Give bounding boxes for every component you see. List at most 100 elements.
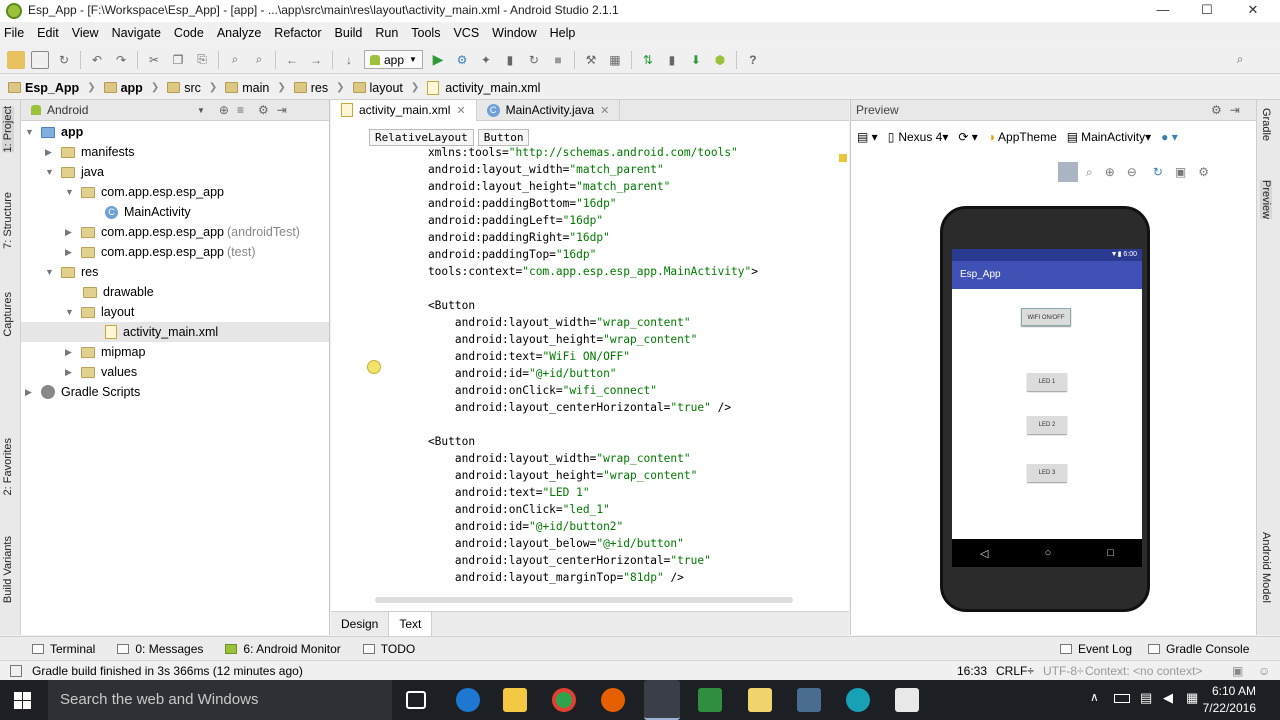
sdk-download-icon[interactable]: ⬇ (687, 51, 705, 69)
arduino-icon[interactable] (846, 688, 870, 712)
tool-gradle-console[interactable]: Gradle Console (1148, 642, 1249, 656)
preview-led2-button[interactable]: LED 2 (1027, 416, 1067, 434)
breadcrumb-esp-app[interactable]: Esp_App ❯ (8, 81, 96, 95)
minimize-button[interactable]: — (1140, 0, 1186, 22)
chevron-down-icon[interactable]: ▼ (197, 106, 205, 115)
config-icon[interactable]: ▤ ▾ (857, 130, 878, 144)
theme-selector[interactable]: ◑ AppTheme (988, 130, 1057, 144)
breadcrumb-src[interactable]: src ❯ (167, 81, 217, 95)
activity-selector[interactable]: ▤ MainActivity ▾ (1067, 130, 1151, 144)
find-icon[interactable]: ⌕ (226, 51, 244, 69)
sync-icon[interactable]: ↻ (55, 51, 73, 69)
code-line[interactable]: <Button (401, 433, 475, 450)
code-line[interactable]: android:layout_width="wrap_content" (401, 450, 691, 467)
volume-icon[interactable]: ◀ (1163, 690, 1173, 706)
tree-item-gradle-scripts[interactable]: ▶ Gradle Scripts (25, 382, 140, 402)
tab-build-variants[interactable]: Build Variants (2, 536, 14, 603)
tab-activity-main[interactable]: activity_main.xml ✕ (331, 99, 477, 121)
battery-icon[interactable] (1114, 694, 1130, 703)
code-line[interactable]: android:paddingBottom="16dp" (401, 195, 617, 212)
code-line[interactable]: android:layout_width="match_parent" (401, 161, 664, 178)
code-line[interactable]: android:layout_height="wrap_content" (401, 467, 698, 484)
tree-item-manifests[interactable]: ▶ manifests (45, 142, 135, 162)
menu-vcs[interactable]: VCS (453, 26, 479, 40)
debug-icon[interactable]: ⚙ (453, 51, 471, 69)
code-line[interactable]: android:paddingTop="16dp" (401, 246, 596, 263)
code-line[interactable]: android:layout_width="wrap_content" (401, 314, 691, 331)
open-folder-icon[interactable] (7, 50, 25, 69)
code-line[interactable]: android:layout_marginTop="81dp" /> (401, 569, 684, 586)
tree-item-package-test[interactable]: ▶ com.app.esp.esp_app (test) (65, 242, 256, 262)
project-structure-icon[interactable]: ⚒ (582, 51, 600, 69)
locale-icon[interactable]: ● ▾ (1161, 130, 1178, 144)
attach-debugger-icon[interactable]: ✦ (477, 51, 495, 69)
code-line[interactable]: android:text="WiFi ON/OFF" (401, 348, 630, 365)
orientation-icon[interactable]: ⟳ ▾ (958, 130, 977, 144)
app-icon[interactable] (797, 688, 821, 712)
code-line[interactable]: android:paddingRight="16dp" (401, 229, 610, 246)
preview-led3-button[interactable]: LED 3 (1027, 464, 1067, 482)
code-line[interactable]: tools:context="com.app.esp.esp_app.MainA… (401, 263, 758, 280)
breadcrumb-app[interactable]: app ❯ (103, 81, 159, 95)
firefox-icon[interactable] (601, 688, 625, 712)
horizontal-scrollbar[interactable] (375, 597, 793, 603)
code-line[interactable]: android:id="@+id/button" (401, 365, 617, 382)
refresh-icon[interactable]: ↻ (1153, 165, 1163, 179)
tool-messages[interactable]: 0: Messages (117, 642, 203, 656)
menu-view[interactable]: View (72, 26, 99, 40)
help-icon[interactable]: ? (744, 51, 762, 69)
sdk-manager-icon[interactable]: ▦ (606, 51, 624, 69)
breadcrumb-res[interactable]: res ❯ (293, 81, 345, 95)
menu-window[interactable]: Window (492, 26, 536, 40)
tab-android-model[interactable]: Android Model (1260, 532, 1272, 603)
network-icon[interactable]: ▤ (1140, 690, 1152, 706)
tab-favorites[interactable]: 2: Favorites (2, 438, 14, 495)
zoom-to-fit-icon[interactable] (1058, 162, 1078, 182)
notes-icon[interactable] (748, 688, 772, 712)
code-line[interactable]: android:layout_centerHorizontal="true" /… (401, 399, 731, 416)
tree-item-package[interactable]: ▼ com.app.esp.esp_app (65, 182, 224, 202)
menu-tools[interactable]: Tools (411, 26, 440, 40)
code-line[interactable]: android:text="LED 1" (401, 484, 590, 501)
android-device-monitor-icon[interactable]: ⬢ (711, 51, 729, 69)
tool-android-monitor[interactable]: 6: Android Monitor (225, 642, 341, 656)
file-explorer-icon[interactable] (503, 688, 527, 712)
tree-item-layout[interactable]: ▼ layout (65, 302, 134, 322)
close-tab-icon[interactable]: ✕ (600, 104, 609, 117)
hide-panel-icon[interactable]: ⇥ (1230, 103, 1240, 117)
code-line[interactable]: android:layout_height="match_parent" (401, 178, 670, 195)
zoom-out-icon[interactable]: ⊖ (1127, 165, 1137, 179)
forward-icon[interactable]: → (307, 51, 325, 69)
android-studio-taskbar-icon[interactable] (644, 680, 680, 720)
breadcrumb-activity-main[interactable]: activity_main.xml (427, 80, 540, 95)
code-line[interactable]: <Button (401, 297, 475, 314)
taskbar-clock[interactable]: 6:10 AM 7/22/2016 (1203, 683, 1256, 717)
lock-icon[interactable]: ▣ (1232, 664, 1243, 678)
tab-mainactivity-java[interactable]: C MainActivity.java ✕ (477, 99, 621, 121)
undo-icon[interactable]: ↶ (88, 51, 106, 69)
replace-icon[interactable]: ⌕ (250, 51, 268, 69)
code-line[interactable]: android:onClick="led_1" (401, 501, 610, 518)
scroll-from-source-icon[interactable]: ⊕ (219, 103, 229, 117)
code-line[interactable]: android:layout_height="wrap_content" (401, 331, 698, 348)
menu-navigate[interactable]: Navigate (112, 26, 161, 40)
chrome-icon[interactable] (552, 688, 576, 712)
tab-structure[interactable]: 7: Structure (2, 192, 14, 249)
taskbar-search[interactable]: Search the web and Windows (48, 680, 392, 720)
menu-analyze[interactable]: Analyze (217, 26, 261, 40)
file-encoding[interactable]: UTF-8÷ (1043, 664, 1084, 678)
zoom-in-icon[interactable]: ⊕ (1105, 165, 1115, 179)
maximize-button[interactable]: ☐ (1184, 0, 1230, 22)
task-view-icon[interactable] (406, 691, 426, 709)
status-toggle-icon[interactable] (10, 664, 22, 677)
status-message[interactable]: Gradle build finished in 3s 366ms (12 mi… (32, 664, 303, 678)
settings-icon[interactable]: ⚙ (1198, 165, 1209, 179)
breadcrumb-main[interactable]: main ❯ (225, 81, 286, 95)
menu-help[interactable]: Help (550, 26, 576, 40)
run-config-selector[interactable]: app ▼ (364, 50, 423, 69)
edge-icon[interactable] (456, 688, 480, 712)
line-separator[interactable]: CRLF÷ (996, 664, 1034, 678)
close-tab-icon[interactable]: ✕ (456, 104, 465, 117)
code-line[interactable]: android:onClick="wifi_connect" (401, 382, 657, 399)
stop-icon[interactable]: ■ (549, 51, 567, 69)
